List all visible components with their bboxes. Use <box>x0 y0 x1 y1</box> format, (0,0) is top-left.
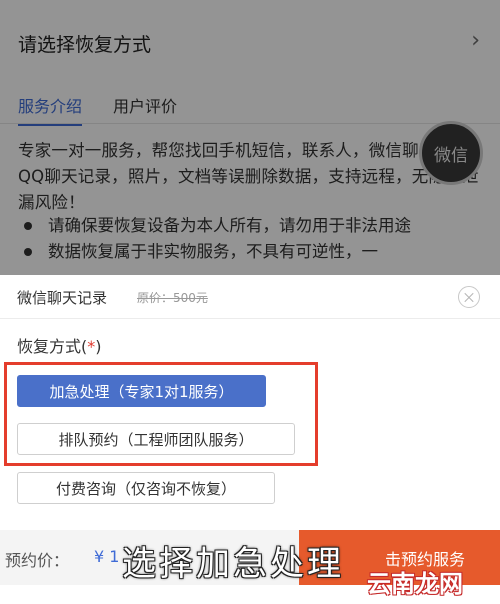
deposit-value: ¥ 1 <box>94 547 120 566</box>
sheet-title: 微信聊天记录 <box>17 289 108 307</box>
method-label: 恢复方式(*) <box>17 337 102 356</box>
watermark-logo: 云南龙网 <box>367 570 463 598</box>
video-caption: 选择加急处理 <box>122 544 344 584</box>
highlight-annotation-box <box>4 362 318 466</box>
close-icon[interactable] <box>458 286 480 308</box>
sheet-header: 微信聊天记录 原价：500元 <box>0 275 500 319</box>
deposit-label: 预约价： <box>5 551 70 570</box>
original-price: 原价：500元 <box>137 291 208 305</box>
option-consult-button[interactable]: 付费咨询（仅咨询不恢复） <box>17 472 275 504</box>
